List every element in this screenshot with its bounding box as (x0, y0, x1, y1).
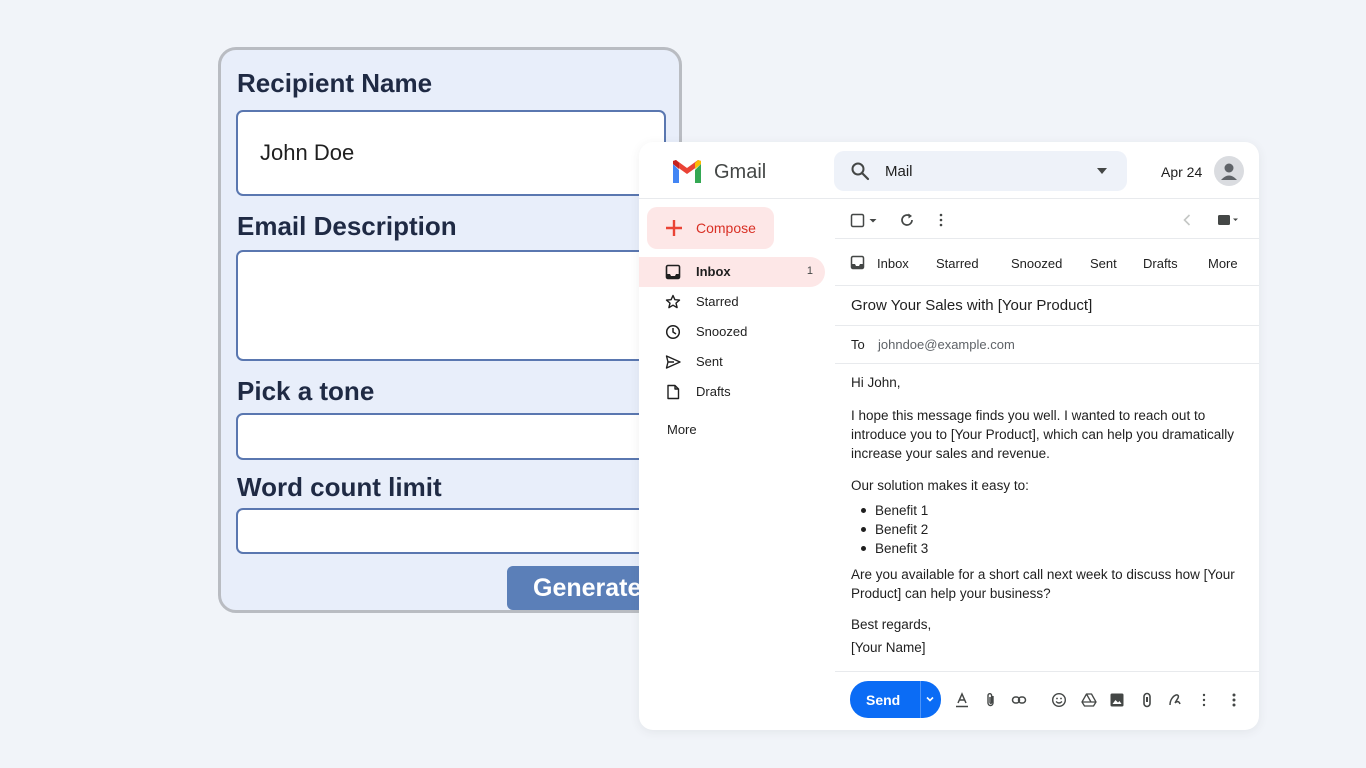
tone-label: Pick a tone (237, 376, 375, 406)
gmail-title: Gmail (714, 161, 767, 183)
plus-icon (666, 220, 682, 236)
benefit-list: Benefit 1 Benefit 2 Benefit 3 (851, 501, 928, 558)
signature-icon[interactable] (1167, 692, 1183, 708)
email-description-label: Email Description (237, 211, 457, 241)
more-options-icon[interactable] (1196, 692, 1212, 708)
tone-input[interactable] (236, 413, 666, 460)
email-greeting: Hi John, (851, 375, 901, 390)
email-paragraph: I hope this message finds you well. I wa… (851, 408, 1234, 461)
search-options-chevron-icon[interactable] (1097, 168, 1107, 174)
header-divider (639, 198, 1259, 199)
avatar[interactable] (1214, 156, 1244, 186)
subject-divider (835, 325, 1259, 326)
select-checkbox-icon[interactable] (850, 213, 866, 229)
tab-more[interactable]: More (1208, 256, 1238, 271)
schedule-send-chevron-icon[interactable] (925, 694, 935, 704)
email-generator-form: Recipient Name John Doe Email Descriptio… (218, 47, 682, 613)
list-item: Benefit 2 (851, 520, 928, 539)
word-count-input[interactable] (236, 508, 666, 554)
person-icon (1221, 163, 1237, 180)
more-vertical-icon[interactable] (933, 212, 949, 228)
recipient-name-input[interactable]: John Doe (236, 110, 666, 196)
sidebar-item-label: Sent (696, 354, 723, 369)
emoji-icon[interactable] (1051, 692, 1067, 708)
draft-icon (667, 384, 680, 400)
email-subject[interactable]: Grow Your Sales with [Your Product] (851, 297, 1092, 314)
sidebar-item-label: Drafts (696, 384, 731, 399)
unread-count: 1 (806, 265, 813, 277)
lock-icon[interactable] (1139, 692, 1155, 708)
tab-snoozed[interactable]: Snoozed (1011, 256, 1062, 271)
email-signature: [Your Name] (851, 640, 926, 655)
recipient-divider (835, 363, 1259, 364)
drive-icon[interactable] (1081, 692, 1097, 708)
gmail-window: Gmail Mail Apr 24 Compose Inbox 1 Starre… (639, 142, 1259, 730)
link-icon[interactable] (1011, 692, 1027, 708)
header-date: Apr 24 (1161, 164, 1203, 180)
more-vertical-icon[interactable] (1226, 692, 1242, 708)
send-divider (920, 681, 921, 718)
sidebar-item-drafts[interactable]: Drafts (639, 377, 825, 407)
send-label: Send (866, 692, 901, 708)
sidebar-item-sent[interactable]: Sent (639, 347, 825, 377)
list-item: Benefit 1 (851, 501, 928, 520)
search-bar[interactable]: Mail (834, 151, 1127, 191)
keyboard-icon[interactable] (1216, 212, 1240, 228)
word-count-label: Word count limit (237, 472, 442, 502)
compose-label: Compose (696, 220, 756, 236)
sidebar-item-label: Snoozed (696, 324, 748, 339)
star-icon (665, 294, 681, 309)
tab-drafts[interactable]: Drafts (1143, 256, 1178, 271)
email-description-input[interactable] (236, 250, 666, 361)
sidebar-more[interactable]: More (667, 422, 697, 437)
search-icon[interactable] (850, 161, 870, 181)
attachment-icon[interactable] (983, 692, 999, 708)
clock-icon (665, 324, 681, 340)
chevron-left-icon[interactable] (1179, 212, 1195, 228)
search-input[interactable]: Mail (885, 163, 913, 180)
to-label: To (851, 337, 865, 352)
photo-icon[interactable] (1109, 692, 1125, 708)
email-paragraph: Are you available for a short call next … (851, 567, 1235, 601)
list-item: Benefit 3 (851, 539, 928, 558)
email-paragraph: Our solution makes it easy to: (851, 478, 1029, 493)
compose-button[interactable]: Compose (647, 207, 774, 249)
gmail-logo-icon[interactable] (670, 159, 704, 185)
compose-footer-divider (835, 671, 1259, 672)
tab-starred[interactable]: Starred (936, 256, 979, 271)
inbox-tab-icon (850, 255, 865, 270)
sidebar-item-snoozed[interactable]: Snoozed (639, 317, 825, 347)
sidebar-item-starred[interactable]: Starred (639, 287, 825, 317)
select-dropdown-icon[interactable] (868, 213, 878, 229)
refresh-icon[interactable] (899, 212, 915, 228)
toolbar-divider (835, 238, 1259, 239)
to-field[interactable]: johndoe@example.com (878, 337, 1015, 352)
tab-sent[interactable]: Sent (1090, 256, 1117, 271)
send-button[interactable]: Send (850, 681, 941, 718)
sidebar-item-label: Starred (696, 294, 739, 309)
tabs-divider (835, 285, 1259, 286)
send-icon (665, 355, 681, 369)
sidebar-item-label: Inbox (696, 264, 731, 279)
recipient-name-label: Recipient Name (237, 68, 433, 98)
text-format-icon[interactable] (954, 692, 970, 708)
email-closing: Best regards, (851, 617, 932, 632)
inbox-icon (665, 264, 681, 280)
tab-inbox[interactable]: Inbox (877, 256, 909, 271)
sidebar-item-inbox[interactable]: Inbox 1 (639, 257, 825, 287)
